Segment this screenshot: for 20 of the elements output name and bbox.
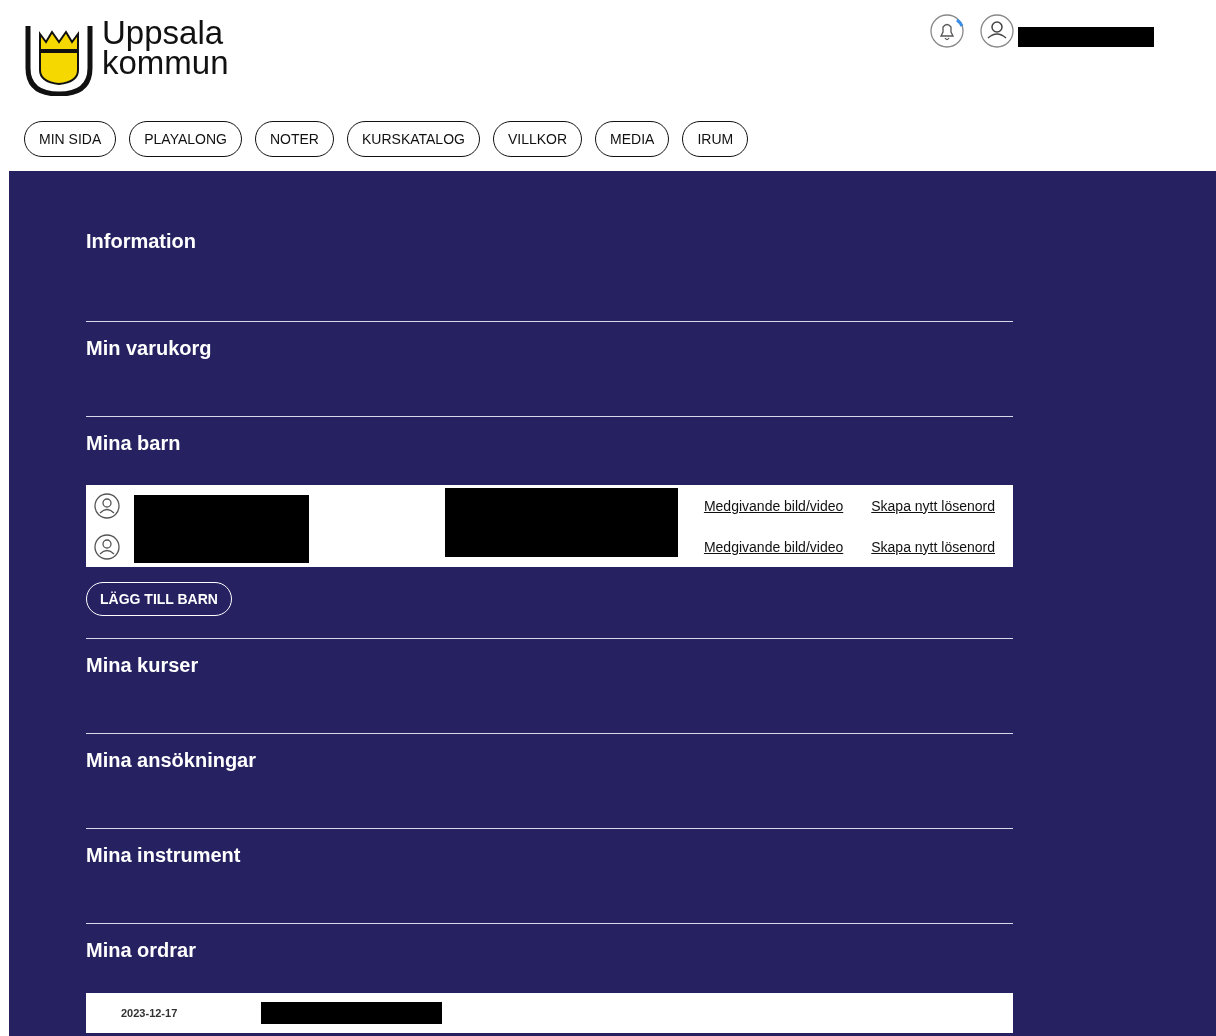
section-heading[interactable]: Mina barn: [86, 429, 1013, 457]
section-heading[interactable]: Mina kurser: [86, 651, 1013, 679]
section-heading[interactable]: Mina ordrar: [86, 936, 1013, 964]
crest-icon: [24, 26, 94, 96]
notification-button[interactable]: [930, 14, 964, 48]
order-date: 2023-12-17: [121, 1007, 178, 1019]
text-link[interactable]: Medgivande bild/video: [703, 497, 844, 514]
text-link[interactable]: Skapa nytt lösenord: [871, 538, 995, 555]
user-icon: [980, 14, 1014, 48]
bell-icon: [930, 14, 964, 48]
avatar-icon: [94, 492, 120, 519]
text-link[interactable]: Skapa nytt lösenord: [871, 497, 995, 514]
text-link[interactable]: Medgivande bild/video: [703, 538, 844, 555]
logo-text: Uppsala kommun: [102, 18, 229, 78]
account-button[interactable]: [980, 14, 1014, 48]
section-heading[interactable]: Mina instrument: [86, 841, 1013, 869]
section-heading[interactable]: Information: [86, 227, 1013, 255]
section-heading[interactable]: Mina ansökningar: [86, 746, 1013, 774]
section-heading[interactable]: Min varukorg: [86, 334, 1013, 362]
avatar-icon: [94, 533, 120, 560]
